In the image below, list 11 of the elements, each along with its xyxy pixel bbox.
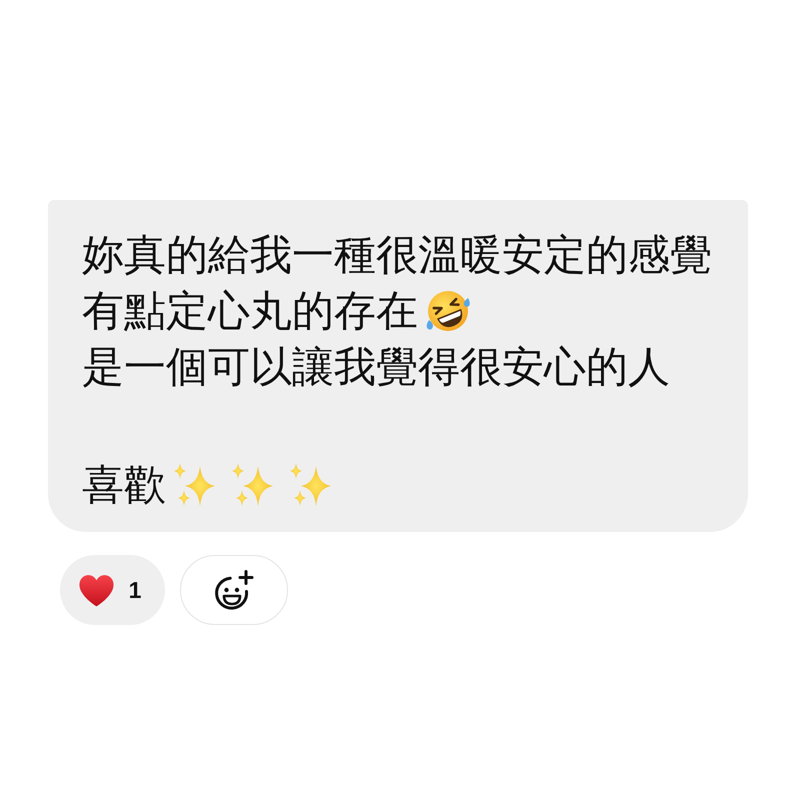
sparkles-icon: [230, 463, 274, 507]
message-text: 有點定心丸的存在: [82, 285, 418, 337]
sparkles-icon: [288, 463, 332, 507]
sparkles-icon: [172, 463, 216, 507]
heart-icon: [78, 574, 115, 606]
smiley-plus-icon: [213, 569, 255, 611]
laughing-face-icon: [424, 288, 472, 334]
message-text: 妳真的給我一種很溫暖安定的感覺: [82, 229, 712, 281]
heart-reaction-button[interactable]: 1: [60, 555, 165, 625]
message-text: 是一個可以讓我覺得很安心的人: [82, 341, 670, 393]
message-text: 喜歡: [82, 459, 166, 511]
